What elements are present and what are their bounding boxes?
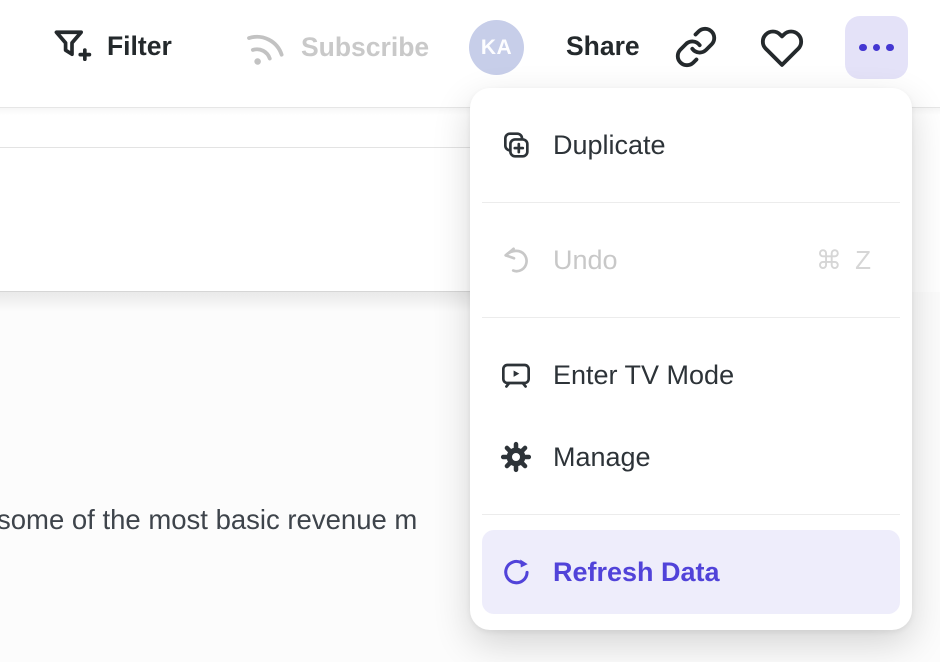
ellipsis-icon — [859, 44, 894, 52]
undo-icon — [500, 244, 532, 276]
menu-divider — [482, 514, 900, 515]
menu-item-refresh-data[interactable]: Refresh Data — [482, 530, 900, 614]
subscribe-label: Subscribe — [301, 32, 429, 63]
menu-item-label: Undo — [553, 245, 618, 276]
duplicate-icon — [500, 129, 532, 161]
filter-button[interactable]: Filter — [50, 24, 172, 68]
filter-plus-icon — [50, 24, 94, 68]
more-options-menu: Duplicate Undo ⌘ Z Enter TV M — [470, 88, 912, 630]
share-label: Share — [566, 31, 640, 62]
share-button[interactable]: Share — [566, 31, 640, 62]
subheader-divider — [0, 147, 470, 148]
link-icon — [674, 25, 718, 69]
menu-item-duplicate[interactable]: Duplicate — [482, 104, 900, 186]
app-screen: some of the most basic revenue m Filter … — [0, 0, 940, 662]
rss-icon — [242, 24, 288, 70]
undo-shortcut: ⌘ Z — [816, 245, 874, 276]
copy-link-button[interactable] — [674, 25, 718, 69]
avatar-initials: KA — [481, 36, 512, 60]
menu-item-manage[interactable]: Manage — [482, 416, 900, 498]
more-options-button[interactable] — [845, 16, 908, 79]
gear-icon — [500, 441, 532, 473]
refresh-icon — [500, 556, 532, 588]
dashboard-body-text: some of the most basic revenue m — [0, 504, 417, 536]
menu-item-undo[interactable]: Undo ⌘ Z — [482, 219, 900, 301]
menu-divider — [482, 317, 900, 318]
heart-icon — [760, 26, 804, 70]
tv-mode-icon — [500, 359, 532, 391]
filter-label: Filter — [107, 31, 172, 62]
avatar[interactable]: KA — [469, 20, 524, 75]
menu-item-enter-tv-mode[interactable]: Enter TV Mode — [482, 334, 900, 416]
favorite-button[interactable] — [760, 26, 804, 70]
menu-item-label: Manage — [553, 442, 651, 473]
subscribe-button[interactable]: Subscribe — [242, 24, 429, 70]
card-bottom-shadow — [0, 292, 470, 312]
menu-item-label: Refresh Data — [553, 557, 720, 588]
menu-divider — [482, 202, 900, 203]
menu-item-label: Duplicate — [553, 130, 666, 161]
menu-item-label: Enter TV Mode — [553, 360, 734, 391]
